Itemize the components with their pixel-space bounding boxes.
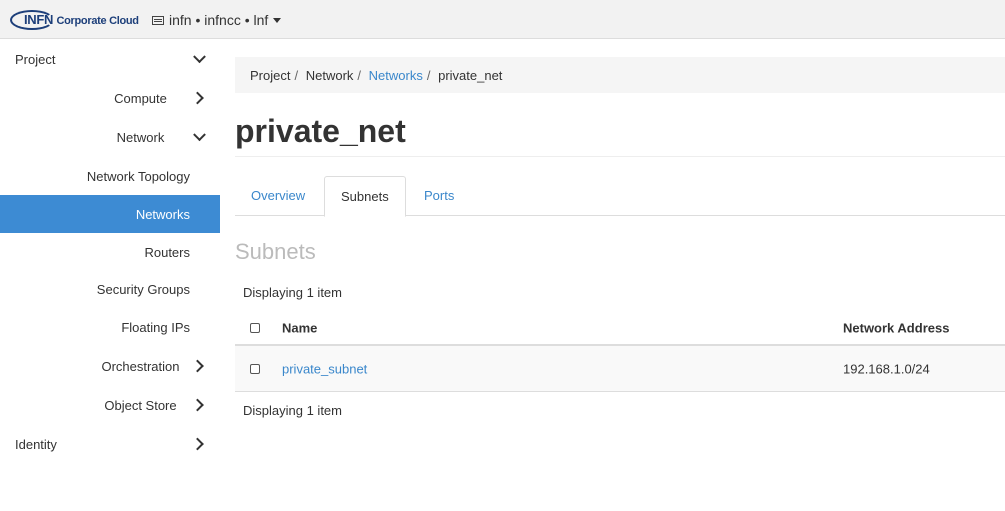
chevron-down-icon <box>193 50 206 64</box>
column-network-address[interactable]: Network Address <box>843 320 949 335</box>
sidebar-item-label: Network <box>116 129 165 145</box>
logo-brand: INFN <box>24 12 54 27</box>
page-title: private_net <box>235 113 406 149</box>
caret-down-icon <box>273 17 282 23</box>
logo-sub: Corporate Cloud <box>56 15 139 27</box>
sidebar-item-label: Security Groups <box>96 281 190 297</box>
row-checkbox[interactable] <box>250 363 260 374</box>
breadcrumb: Project / Network / Networks / private_net <box>235 57 1005 93</box>
sidebar-item-label: Identity <box>15 436 57 452</box>
sidebar-item-floating-ips[interactable]: Floating IPs <box>0 308 220 346</box>
top-bar: INFN Corporate Cloud infn • infncc • lnf <box>0 0 1005 39</box>
sidebar-item-routers[interactable]: Routers <box>0 233 220 271</box>
project-list-icon <box>152 15 164 25</box>
sidebar-item-label: Networks <box>135 206 190 222</box>
sidebar-item-network-topology[interactable]: Network Topology <box>0 157 220 195</box>
sidebar-item-label: Floating IPs <box>121 319 190 335</box>
sidebar-item-label: Orchestration <box>101 358 180 374</box>
breadcrumb-project: Project <box>250 68 291 83</box>
subnet-name-link[interactable]: private_subnet <box>282 361 367 376</box>
network-address: 192.168.1.0/24 <box>843 361 930 376</box>
sidebar-item-label: Network Topology <box>86 168 190 184</box>
table-row: private_subnet 192.168.1.0/24 <box>235 346 1005 392</box>
infn-logo[interactable]: INFN Corporate Cloud <box>10 8 139 32</box>
sidebar-item-label: Compute <box>114 90 167 106</box>
select-all-checkbox[interactable] <box>250 322 260 333</box>
sidebar-item-compute[interactable]: Compute <box>0 79 220 117</box>
breadcrumb-network: Network <box>305 68 354 83</box>
project-selector[interactable]: infn • infncc • lnf <box>152 12 282 28</box>
item-count-top: Displaying 1 item <box>243 285 342 300</box>
project-selector-label: infn • infncc • lnf <box>169 12 269 28</box>
sidebar-item-security-groups[interactable]: Security Groups <box>0 270 220 308</box>
sidebar-item-network[interactable]: Network <box>0 118 220 156</box>
section-title: Subnets <box>235 239 316 264</box>
item-count-bottom: Displaying 1 item <box>243 403 342 418</box>
breadcrumb-current: private_net <box>438 68 503 83</box>
sidebar-item-label: Routers <box>144 244 190 260</box>
tabs: Overview Subnets Ports <box>235 176 1005 217</box>
tab-overview[interactable]: Overview <box>235 176 321 216</box>
sidebar-item-identity[interactable]: Identity <box>0 425 220 463</box>
sidebar-item-project[interactable]: Project <box>0 40 220 78</box>
table-header: Name Network Address <box>235 311 1005 346</box>
tab-subnets[interactable]: Subnets <box>324 176 406 217</box>
breadcrumb-networks-link[interactable]: Networks <box>369 68 423 83</box>
column-name[interactable]: Name <box>282 320 317 335</box>
tab-ports[interactable]: Ports <box>408 176 470 216</box>
sidebar-item-label: Project <box>15 51 56 67</box>
sidebar-item-networks[interactable]: Networks <box>0 195 220 233</box>
sidebar-item-label: Object Store <box>104 397 177 413</box>
chevron-right-icon <box>191 437 204 451</box>
divider <box>235 156 1005 157</box>
sidebar-item-orchestration[interactable]: Orchestration <box>0 347 220 385</box>
sidebar-item-object-store[interactable]: Object Store <box>0 386 220 424</box>
